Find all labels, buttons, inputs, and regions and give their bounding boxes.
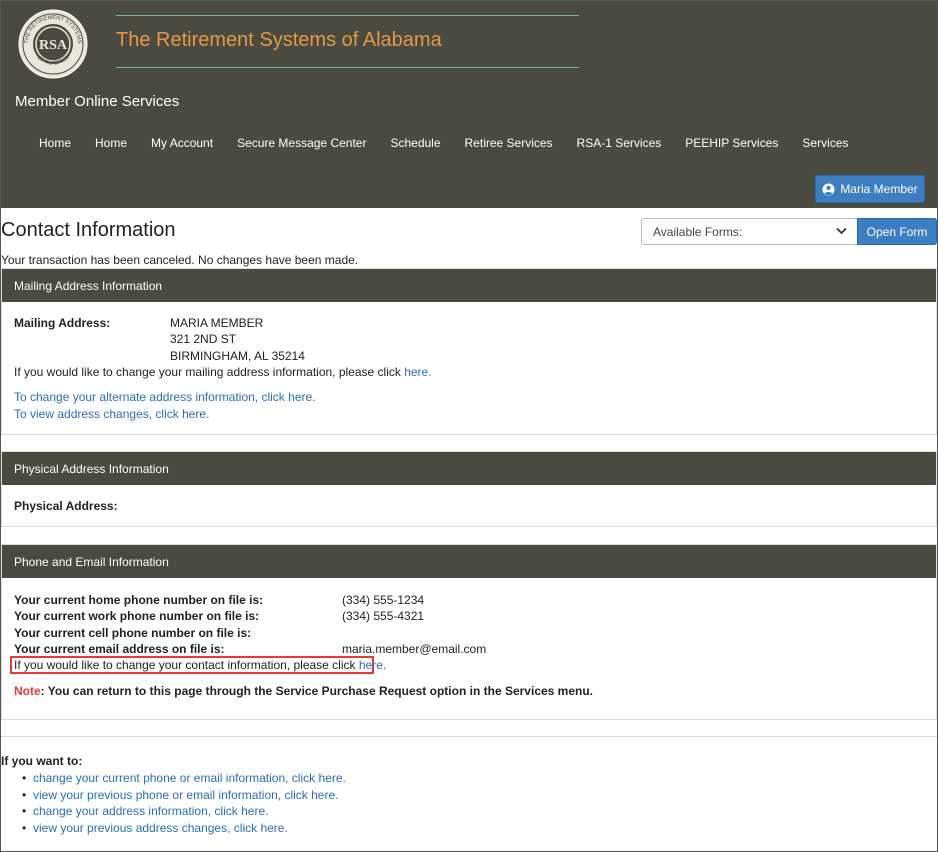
physical-panel-header: Physical Address Information (2, 452, 936, 485)
site-header: RSA THE RETIREMENT SYSTEMS OF ALABAMA Th… (1, 1, 937, 208)
change-address-link[interactable]: change your address information, click h… (33, 804, 268, 818)
list-item: • view your previous address changes, cli… (22, 820, 346, 837)
nav-my-account[interactable]: My Account (139, 134, 225, 154)
phone-email-panel: Phone and Email Information Your current… (1, 544, 937, 720)
available-forms-select[interactable]: Available Forms: (641, 218, 858, 245)
site-subtitle: Member Online Services (15, 93, 180, 110)
open-form-button[interactable]: Open Form (857, 218, 937, 245)
nav-home-1[interactable]: Home (27, 134, 83, 154)
mailing-address-label: Mailing Address: (14, 316, 111, 330)
email-value: maria.member@email.com (342, 642, 487, 656)
mailing-change-text: If you would like to change your mailing… (14, 365, 432, 379)
cell-phone-label: Your current cell phone number on file i… (14, 626, 252, 640)
contact-change-prompt: If you would like to change your contact… (14, 658, 359, 672)
nav-secure-message-center[interactable]: Secure Message Center (225, 134, 378, 154)
list-item: • view your previous phone or email infor… (22, 787, 346, 804)
available-forms-value: Available Forms: (653, 225, 743, 239)
nav-services[interactable]: Services (790, 134, 860, 154)
physical-address-panel: Physical Address Information Physical Ad… (1, 451, 937, 527)
view-previous-phone-email-link[interactable]: view your previous phone or email inform… (33, 788, 338, 802)
brand-divider-top (116, 15, 579, 16)
mailing-panel-header: Mailing Address Information (2, 269, 936, 302)
note-text: : You can return to this page through th… (40, 684, 594, 698)
nav-home-2[interactable]: Home (83, 134, 139, 154)
change-phone-email-link[interactable]: change your current phone or email infor… (33, 771, 346, 785)
alternate-address-link[interactable]: To change your alternate address informa… (14, 390, 316, 404)
list-item: • change your current phone or email info… (22, 770, 346, 787)
user-menu-button[interactable]: Maria Member (815, 175, 925, 203)
home-phone-value: (334) 555-1234 (342, 593, 425, 607)
contact-change-text: If you would like to change your contact… (14, 658, 386, 672)
main-nav: Home Home My Account Secure Message Cent… (27, 134, 860, 154)
mailing-change-prompt: If you would like to change your mailing… (14, 365, 405, 379)
mailing-address-line: BIRMINGHAM, AL 35214 (170, 349, 305, 363)
page-title: Contact Information (1, 219, 176, 241)
contact-panel-header: Phone and Email Information (2, 545, 936, 578)
home-phone-label: Your current home phone number on file i… (14, 593, 264, 607)
bullet-icon: • (22, 787, 27, 802)
list-item: • change your address information, click … (22, 803, 346, 820)
mailing-change-link[interactable]: here. (404, 365, 431, 379)
bullet-icon: • (22, 804, 27, 819)
work-phone-value: (334) 555-4321 (342, 609, 425, 623)
user-menu-label: Maria Member (840, 182, 918, 196)
svg-text:RSA: RSA (39, 38, 68, 53)
services-note: Note: You can return to this page throug… (14, 684, 593, 698)
mailing-address-panel: Mailing Address Information Mailing Addr… (1, 268, 937, 435)
bullet-icon: • (22, 771, 27, 786)
chevron-down-icon (836, 227, 847, 235)
nav-rsa1-services[interactable]: RSA-1 Services (565, 134, 674, 154)
want-title: If you want to: (1, 754, 83, 768)
user-circle-icon (822, 182, 835, 196)
nav-schedule[interactable]: Schedule (378, 134, 452, 154)
contact-change-link[interactable]: here. (359, 658, 386, 672)
bullet-icon: • (22, 820, 27, 835)
work-phone-label: Your current work phone number on file i… (14, 609, 260, 623)
want-list: • change your current phone or email info… (22, 770, 346, 836)
physical-address-label: Physical Address: (14, 499, 118, 513)
section-divider (1, 736, 937, 737)
email-label: Your current email address on file is: (14, 642, 225, 656)
view-address-changes-link[interactable]: To view address changes, click here. (14, 407, 209, 421)
view-previous-address-link[interactable]: view your previous address changes, clic… (33, 821, 288, 835)
nav-peehip-services[interactable]: PEEHIP Services (673, 134, 790, 154)
mailing-address-line: MARIA MEMBER (170, 316, 264, 330)
rsa-seal-logo: RSA THE RETIREMENT SYSTEMS OF ALABAMA (18, 9, 88, 79)
nav-retiree-services[interactable]: Retiree Services (453, 134, 565, 154)
brand-title: The Retirement Systems of Alabama (116, 29, 442, 51)
mailing-address-line: 321 2ND ST (170, 332, 237, 346)
brand-divider-bottom (116, 67, 579, 68)
cancel-message: Your transaction has been canceled. No c… (1, 253, 359, 267)
note-label: Note (14, 684, 41, 698)
